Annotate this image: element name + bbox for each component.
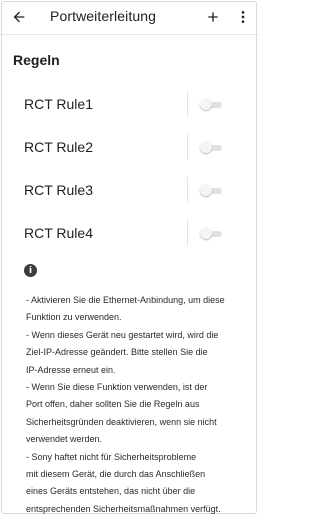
more-vert-icon[interactable] bbox=[230, 4, 256, 30]
rule-toggle[interactable] bbox=[200, 140, 224, 156]
info-line: Sicherheitsgründen deaktivieren, wenn si… bbox=[26, 416, 217, 427]
rule-toggle[interactable] bbox=[200, 226, 224, 242]
info-icon: i bbox=[24, 264, 37, 277]
rule-label: RCT Rule1 bbox=[24, 96, 93, 112]
plus-icon[interactable] bbox=[200, 4, 226, 30]
rule-row[interactable]: RCT Rule3 bbox=[0, 174, 260, 214]
info-line: verwendet werden. bbox=[26, 434, 103, 445]
info-line: IP-Adresse erneut ein. bbox=[26, 364, 116, 375]
rule-divider bbox=[187, 177, 188, 203]
info-notes: - Aktivieren Sie die Ethernet-Anbindung,… bbox=[26, 292, 240, 518]
toggle-knob bbox=[200, 141, 212, 153]
info-line: - Wenn dieses Gerät neu gestartet wird, … bbox=[26, 329, 219, 340]
rule-row[interactable]: RCT Rule2 bbox=[0, 131, 260, 171]
rule-label: RCT Rule2 bbox=[24, 139, 93, 155]
rule-divider bbox=[187, 91, 188, 117]
info-line: eines Geräts entstehen, das nicht über d… bbox=[26, 486, 196, 497]
info-line: Port offen, daher sollten Sie die Regeln… bbox=[26, 399, 200, 410]
app-bar-divider bbox=[0, 34, 260, 35]
rule-row[interactable]: RCT Rule1 bbox=[0, 88, 260, 128]
info-line: Funktion zu verwenden. bbox=[26, 312, 122, 323]
rule-row[interactable]: RCT Rule4 bbox=[0, 217, 260, 257]
toggle-knob bbox=[200, 227, 212, 239]
rule-divider bbox=[187, 220, 188, 246]
rule-divider bbox=[187, 134, 188, 160]
info-line: mit diesem Gerät, die durch das Anschlie… bbox=[26, 469, 206, 480]
toggle-knob bbox=[200, 98, 212, 110]
page-title: Portweiterleitung bbox=[50, 8, 156, 24]
info-line: Ziel-IP-Adresse geändert. Bitte stellen … bbox=[26, 347, 208, 358]
section-title: Regeln bbox=[13, 52, 60, 68]
rule-label: RCT Rule4 bbox=[24, 225, 93, 241]
info-line: - Sony haftet nicht für Sicherheitsprobl… bbox=[26, 451, 197, 462]
rule-toggle[interactable] bbox=[200, 97, 224, 113]
app-bar: Portweiterleitung bbox=[0, 0, 260, 34]
info-line: - Aktivieren Sie die Ethernet-Anbindung,… bbox=[26, 295, 225, 305]
arrow-back-icon[interactable] bbox=[6, 4, 32, 30]
rule-toggle[interactable] bbox=[200, 183, 224, 199]
info-line: entsprechenden Sicherheitsmaßnahmen verf… bbox=[26, 503, 221, 514]
toggle-knob bbox=[200, 184, 212, 196]
rule-label: RCT Rule3 bbox=[24, 182, 93, 198]
info-line: - Wenn Sie diese Funktion verwenden, ist… bbox=[26, 382, 208, 393]
